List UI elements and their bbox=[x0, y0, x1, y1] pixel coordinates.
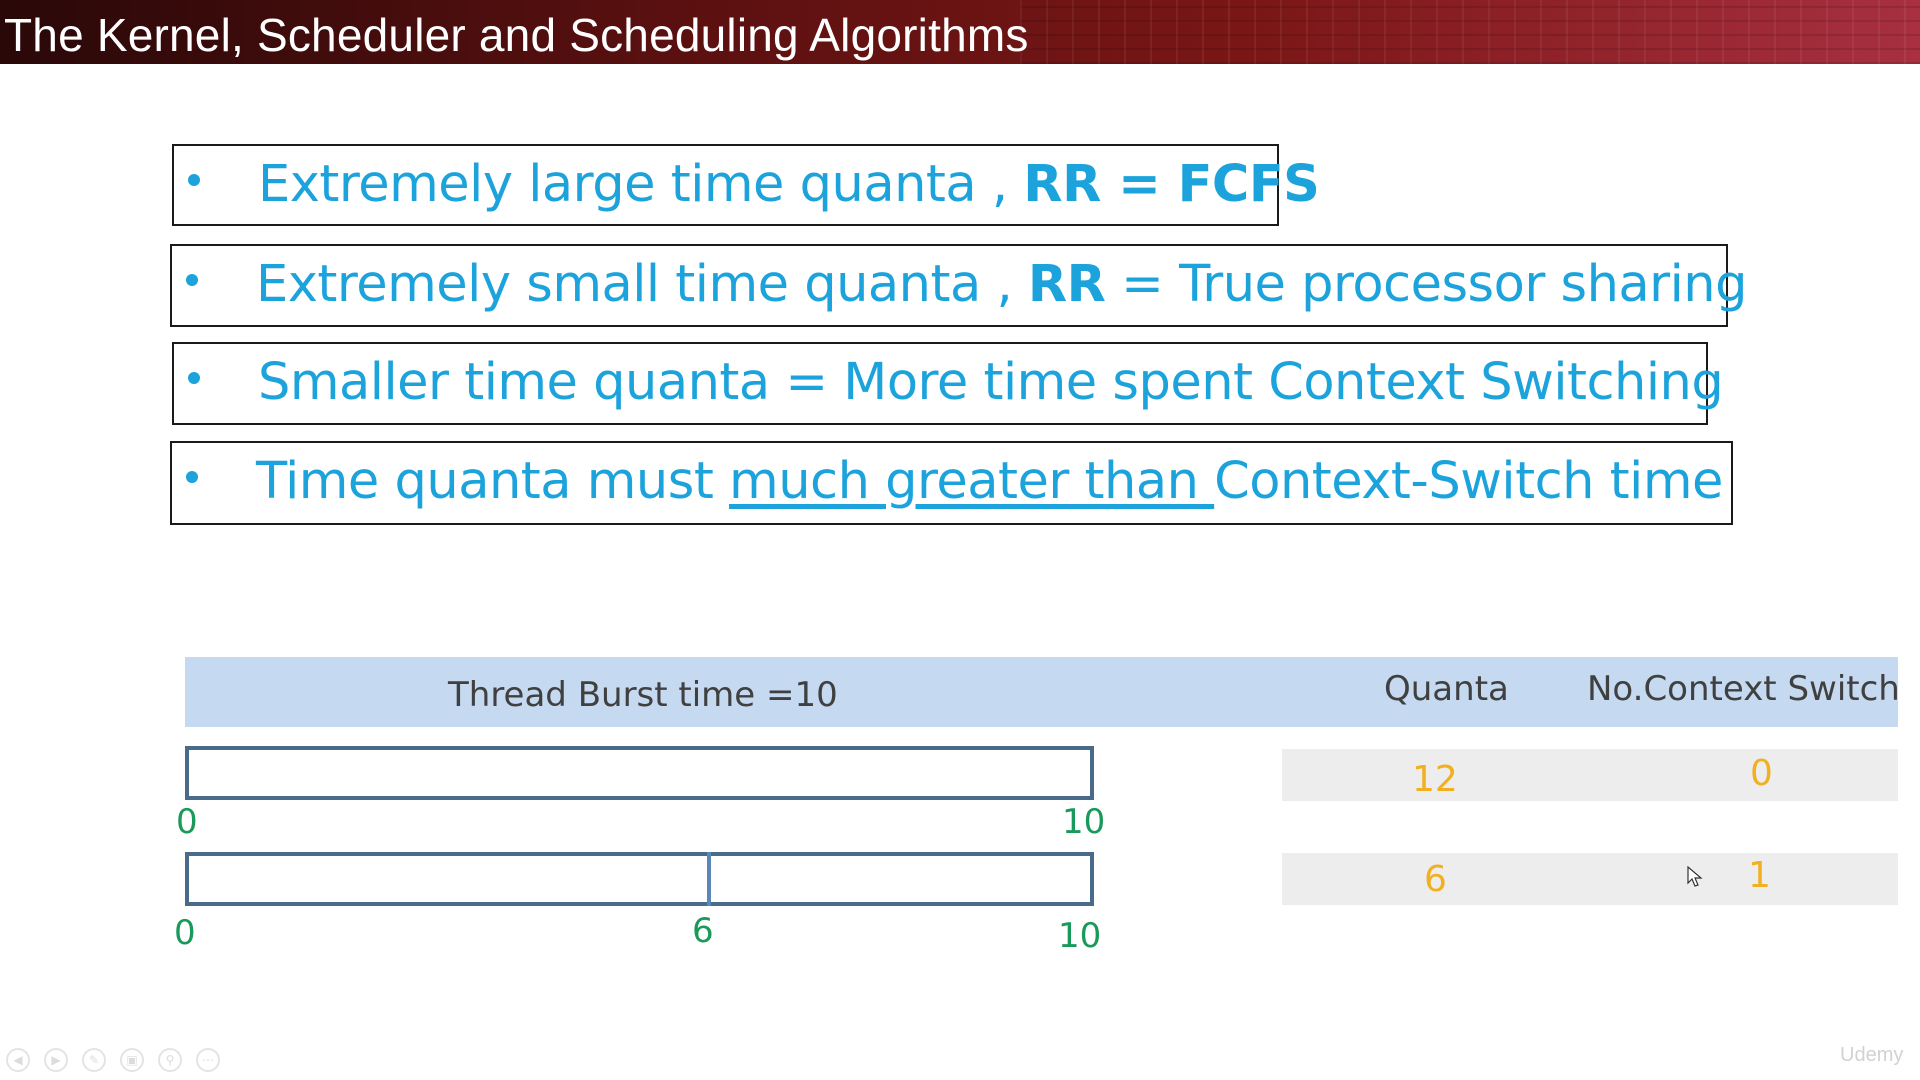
bullet-text: Extremely large time quanta , RR = FCFS bbox=[258, 146, 1320, 224]
bullet-icon bbox=[186, 274, 198, 286]
quanta-value: 6 bbox=[1424, 859, 1447, 900]
context-switch-value: 1 bbox=[1748, 855, 1771, 896]
tick-label: 10 bbox=[1058, 916, 1102, 956]
title-bar: The Kernel, Scheduler and Scheduling Alg… bbox=[0, 0, 1920, 64]
slides-icon[interactable]: ▣ bbox=[120, 1048, 144, 1072]
bullet-plain-text: Extremely small time quanta , bbox=[256, 255, 1028, 314]
burst-time-header: Thread Burst time =10 bbox=[448, 675, 838, 715]
bullet-text: Smaller time quanta = More time spent Co… bbox=[258, 344, 1724, 422]
bullet-text: Time quanta must much greater than Conte… bbox=[256, 443, 1723, 521]
pen-icon[interactable]: ✎ bbox=[82, 1048, 106, 1072]
bullet-plain-text: Extremely large time quanta , bbox=[258, 155, 1024, 214]
more-icon[interactable]: ⋯ bbox=[196, 1048, 220, 1072]
tick-label: 6 bbox=[692, 911, 714, 951]
mouse-pointer-icon bbox=[1687, 866, 1703, 887]
bullet-box-large-quanta: Extremely large time quanta , RR = FCFS bbox=[172, 144, 1320, 226]
title-bar-pattern bbox=[1020, 0, 1920, 64]
bullet-icon bbox=[186, 471, 198, 483]
bullet-plain-text: Smaller time quanta = More time spent Co… bbox=[258, 353, 1724, 412]
bullet-plain-text: Time quanta must bbox=[256, 452, 730, 511]
bullet-bold-text: RR = FCFS bbox=[1023, 155, 1320, 214]
bullet-box-context-switching: Smaller time quanta = More time spent Co… bbox=[172, 342, 1724, 425]
table-header-band: Thread Burst time =10 Quanta No.Context … bbox=[185, 657, 1900, 727]
timeline-divider bbox=[707, 852, 711, 906]
burst-time-value: 10 bbox=[794, 675, 838, 715]
bullet-plain-text: = True processor sharing bbox=[1105, 255, 1747, 314]
tick-label: 0 bbox=[176, 802, 198, 842]
context-switch-value: 0 bbox=[1750, 753, 1773, 794]
quanta-header: Quanta bbox=[1384, 669, 1509, 709]
bullet-plain-text: Context-Switch time bbox=[1214, 452, 1723, 511]
burst-time-label: Thread Burst time = bbox=[448, 675, 795, 715]
bullet-box-quanta-vs-switch-time: Time quanta must much greater than Conte… bbox=[170, 441, 1733, 525]
tick-label: 0 bbox=[174, 913, 196, 953]
tick-label: 10 bbox=[1062, 802, 1106, 842]
timeline-bar-quanta-12 bbox=[185, 746, 1094, 800]
result-row: 6 1 bbox=[1282, 853, 1898, 905]
bullet-box-small-quanta: Extremely small time quanta , RR = True … bbox=[170, 244, 1747, 327]
bullet-text: Extremely small time quanta , RR = True … bbox=[256, 246, 1747, 324]
timeline-bar-quanta-6 bbox=[185, 852, 1094, 906]
zoom-icon[interactable]: ⚲ bbox=[158, 1048, 182, 1072]
udemy-watermark: Udemy bbox=[1840, 1044, 1904, 1066]
slide-title: The Kernel, Scheduler and Scheduling Alg… bbox=[4, 9, 1029, 61]
result-row: 12 0 bbox=[1282, 749, 1898, 801]
play-icon[interactable]: ▶ bbox=[44, 1048, 68, 1072]
previous-icon[interactable]: ◀ bbox=[6, 1048, 30, 1072]
bullet-icon bbox=[188, 174, 200, 186]
bullet-underlined-text: much greater than bbox=[729, 452, 1215, 511]
bullet-icon bbox=[188, 372, 200, 384]
bullet-bold-text: RR bbox=[1027, 255, 1106, 314]
quanta-value: 12 bbox=[1412, 759, 1458, 800]
context-switch-header: No.Context Switch bbox=[1587, 669, 1900, 709]
